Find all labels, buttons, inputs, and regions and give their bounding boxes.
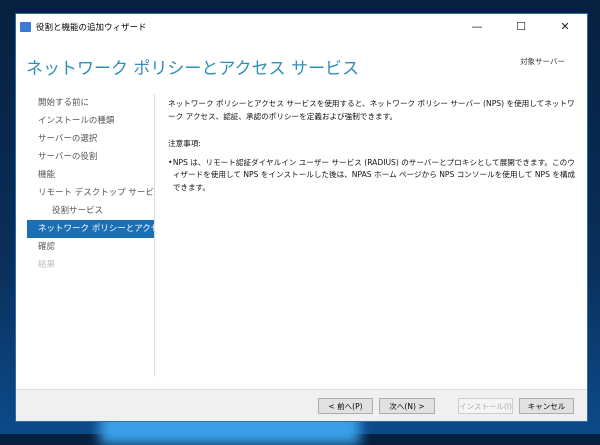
notes-heading: 注意事項: xyxy=(168,139,201,148)
previous-button[interactable]: < 前へ(P) xyxy=(318,398,373,414)
maximize-button[interactable]: ☐ xyxy=(499,14,543,39)
window-title: 役割と機能の追加ウィザード xyxy=(36,22,147,33)
divider xyxy=(154,94,155,377)
content-pane: ネットワーク ポリシーとアクセス サービスを使用すると、ネットワーク ポリシー … xyxy=(168,98,578,194)
sidebar-item-remote-desktop[interactable]: リモート デスクトップ サービス xyxy=(27,184,154,202)
cancel-button[interactable]: キャンセル xyxy=(519,398,574,414)
page-title: ネットワーク ポリシーとアクセス サービス xyxy=(26,59,359,79)
next-button[interactable]: 次へ(N) > xyxy=(379,398,435,414)
target-server-link[interactable]: 対象サーバー xyxy=(520,56,565,67)
title-bar: 役割と機能の追加ウィザード — ☐ ✕ xyxy=(16,14,587,39)
intro-text: ネットワーク ポリシーとアクセス サービスを使用すると、ネットワーク ポリシー … xyxy=(168,99,575,121)
minimize-button[interactable]: — xyxy=(455,14,499,39)
sidebar-item-role-services[interactable]: 役割サービス xyxy=(27,202,154,220)
sidebar-item-server-selection[interactable]: サーバーの選択 xyxy=(27,130,154,148)
server-manager-icon xyxy=(20,21,31,32)
close-button[interactable]: ✕ xyxy=(543,14,587,39)
sidebar-nav: 開始する前に インストールの種類 サーバーの選択 サーバーの役割 機能 リモート… xyxy=(27,94,154,274)
sidebar-item-before-you-begin[interactable]: 開始する前に xyxy=(27,94,154,112)
sidebar-item-npas[interactable]: ネットワーク ポリシーとアクセ... xyxy=(27,220,154,238)
sidebar-item-features[interactable]: 機能 xyxy=(27,166,154,184)
install-button: インストール(I) xyxy=(458,398,513,414)
footer-bar: < 前へ(P) 次へ(N) > インストール(I) キャンセル xyxy=(16,389,587,421)
sidebar-item-installation-type[interactable]: インストールの種類 xyxy=(27,112,154,130)
wizard-window: 役割と機能の追加ウィザード — ☐ ✕ ネットワーク ポリシーとアクセス サービ… xyxy=(15,13,588,422)
note-text: NPS は、リモート認証ダイヤルイン ユーザー サービス (RADIUS) のサ… xyxy=(172,157,576,192)
sidebar-item-server-roles[interactable]: サーバーの役割 xyxy=(27,148,154,166)
sidebar-item-confirmation[interactable]: 確認 xyxy=(27,238,154,256)
sidebar-item-results: 結果 xyxy=(38,260,56,270)
